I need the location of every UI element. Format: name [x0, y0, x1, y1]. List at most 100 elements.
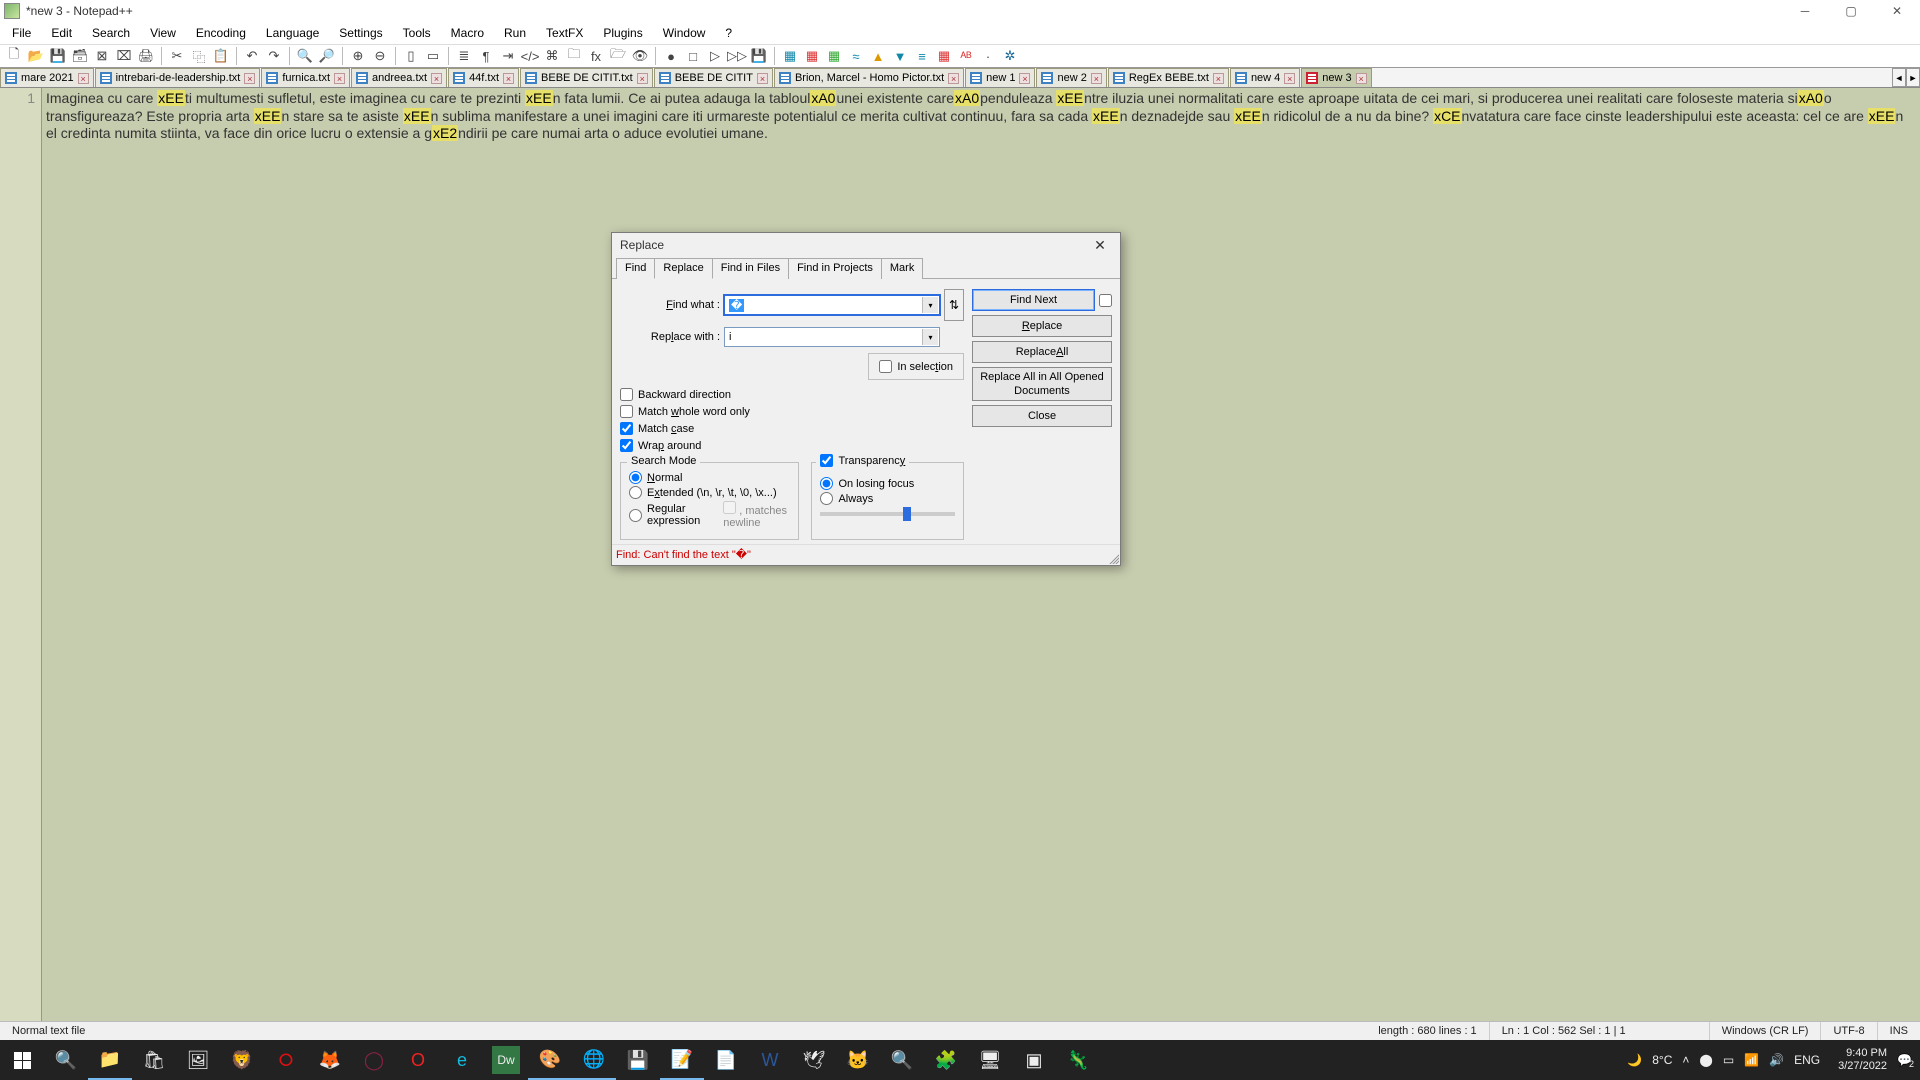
transparency-always-radio[interactable]: Always: [820, 492, 955, 505]
record-icon[interactable]: ●: [661, 46, 681, 66]
folder-as-workspace-icon[interactable]: </>: [520, 46, 540, 66]
close-all-icon[interactable]: ⌧: [114, 46, 134, 66]
dialog-tab-mark[interactable]: Mark: [881, 258, 923, 279]
app-icon-3[interactable]: ◯: [352, 1040, 396, 1080]
minimize-button[interactable]: ─: [1782, 0, 1828, 22]
file-tab[interactable]: RegEx BEBE.txt×: [1108, 68, 1229, 87]
doc-map-icon[interactable]: ⌘: [542, 46, 562, 66]
tb-extra-6-icon[interactable]: ▼: [890, 46, 910, 66]
menu-encoding[interactable]: Encoding: [188, 24, 254, 42]
menu-language[interactable]: Language: [258, 24, 327, 42]
menu-textfx[interactable]: TextFX: [538, 24, 591, 42]
dialog-tab-replace[interactable]: Replace: [654, 258, 712, 279]
find-what-input[interactable]: � ▾: [724, 295, 940, 315]
tab-close-icon[interactable]: ×: [503, 73, 514, 84]
tab-scroll-left[interactable]: ◄: [1892, 68, 1906, 87]
function-list-icon[interactable]: fx: [586, 46, 606, 66]
tab-close-icon[interactable]: ×: [1019, 73, 1030, 84]
app-icon-10[interactable]: 🖥: [968, 1040, 1012, 1080]
close-dialog-button[interactable]: Close: [972, 405, 1112, 427]
find-next-toggle[interactable]: [1099, 294, 1112, 307]
notepadpp-icon[interactable]: 📝: [660, 1040, 704, 1080]
chevron-down-icon[interactable]: ▾: [922, 297, 938, 313]
zoom-out-icon[interactable]: ⊖: [370, 46, 390, 66]
file-tab[interactable]: andreea.txt×: [351, 68, 447, 87]
file-tab[interactable]: Brion, Marcel - Homo Pictor.txt×: [774, 68, 964, 87]
file-tab[interactable]: mare 2021×: [0, 68, 94, 87]
mode-extended-radio[interactable]: Extended (\n, \r, \t, \0, \x...): [629, 486, 790, 499]
dialog-tab-find-in-projects[interactable]: Find in Projects: [788, 258, 882, 279]
weather-temp[interactable]: 8°C: [1652, 1053, 1672, 1067]
tab-close-icon[interactable]: ×: [431, 73, 442, 84]
save-macro-icon[interactable]: 💾: [749, 46, 769, 66]
folder-icon[interactable]: 🗁: [608, 46, 628, 66]
wifi-icon[interactable]: 📶: [1744, 1053, 1759, 1067]
close-button[interactable]: ✕: [1874, 0, 1920, 22]
backward-checkbox[interactable]: Backward direction: [620, 388, 964, 401]
language-indicator[interactable]: ENG: [1794, 1053, 1820, 1067]
menu-search[interactable]: Search: [84, 24, 138, 42]
file-tab[interactable]: BEBE DE CITIT×: [654, 68, 773, 87]
brave-icon[interactable]: 🦁: [220, 1040, 264, 1080]
tb-extra-8-icon[interactable]: ▦: [934, 46, 954, 66]
sync-v-icon[interactable]: ▯: [401, 46, 421, 66]
mode-normal-radio[interactable]: Normal: [629, 471, 790, 484]
in-selection-checkbox[interactable]: In selection: [879, 360, 953, 373]
clock[interactable]: 9:40 PM 3/27/2022: [1830, 1047, 1887, 1073]
transparency-on-focus-radio[interactable]: On losing focus: [820, 477, 955, 490]
tab-close-icon[interactable]: ×: [244, 73, 255, 84]
app-icon-4[interactable]: 💾: [616, 1040, 660, 1080]
file-tab[interactable]: new 2×: [1036, 68, 1106, 87]
start-button[interactable]: [0, 1040, 44, 1080]
whole-word-checkbox[interactable]: Match whole word only: [620, 405, 964, 418]
tb-extra-2-icon[interactable]: ▦: [802, 46, 822, 66]
menu-macro[interactable]: Macro: [443, 24, 492, 42]
find-icon[interactable]: 🔍: [295, 46, 315, 66]
file-tab[interactable]: 44f.txt×: [448, 68, 519, 87]
explorer-icon[interactable]: 📁: [88, 1040, 132, 1080]
dialog-tab-find-in-files[interactable]: Find in Files: [712, 258, 789, 279]
menu-window[interactable]: Window: [655, 24, 714, 42]
battery-icon[interactable]: ▭: [1723, 1053, 1734, 1067]
zoom-in-icon[interactable]: ⊕: [348, 46, 368, 66]
terminal-icon[interactable]: ▣: [1012, 1040, 1056, 1080]
match-case-checkbox[interactable]: Match case: [620, 422, 964, 435]
tab-close-icon[interactable]: ×: [1284, 73, 1295, 84]
print-icon[interactable]: 🖨: [136, 46, 156, 66]
spellcheck-icon[interactable]: ᴬᴮ: [956, 46, 976, 66]
wrap-around-checkbox[interactable]: Wrap around: [620, 439, 964, 452]
tb-extra-9-icon[interactable]: ·: [978, 46, 998, 66]
transparency-checkbox[interactable]: Transparency: [816, 454, 909, 467]
menu-run[interactable]: Run: [496, 24, 534, 42]
tab-close-icon[interactable]: ×: [78, 73, 89, 84]
dialog-close-icon[interactable]: ✕: [1088, 233, 1112, 257]
new-icon[interactable]: 🗋: [4, 46, 24, 66]
tray-chevron-icon[interactable]: ˄: [1682, 1053, 1689, 1067]
wordwrap-icon[interactable]: ≣: [454, 46, 474, 66]
store-icon[interactable]: 🛍: [132, 1040, 176, 1080]
menu-plugins[interactable]: Plugins: [595, 24, 650, 42]
undo-icon[interactable]: ↶: [242, 46, 262, 66]
search-icon[interactable]: 🔍: [44, 1040, 88, 1080]
maximize-button[interactable]: ▢: [1828, 0, 1874, 22]
transparency-slider[interactable]: [820, 512, 955, 516]
cut-icon[interactable]: ✂: [167, 46, 187, 66]
tb-extra-10-icon[interactable]: ✲: [1000, 46, 1020, 66]
file-tab[interactable]: intrebari-de-leadership.txt×: [95, 68, 261, 87]
file-tab[interactable]: BEBE DE CITIT.txt×: [520, 68, 653, 87]
stop-icon[interactable]: □: [683, 46, 703, 66]
firefox-icon[interactable]: 🦊: [308, 1040, 352, 1080]
menu-edit[interactable]: Edit: [43, 24, 80, 42]
file-tab[interactable]: new 1×: [965, 68, 1035, 87]
notifications-icon[interactable]: 💬2: [1897, 1053, 1912, 1067]
tab-close-icon[interactable]: ×: [757, 73, 768, 84]
doc-list-icon[interactable]: 🗀: [564, 46, 584, 66]
app-icon-7[interactable]: 🐱: [836, 1040, 880, 1080]
tb-extra-4-icon[interactable]: ≈: [846, 46, 866, 66]
file-tab[interactable]: new 3×: [1301, 68, 1371, 87]
sync-h-icon[interactable]: ▭: [423, 46, 443, 66]
tab-close-icon[interactable]: ×: [948, 73, 959, 84]
app-icon-11[interactable]: 🦎: [1056, 1040, 1100, 1080]
tab-close-icon[interactable]: ×: [1356, 73, 1367, 84]
replace-with-input[interactable]: i ▾: [724, 327, 940, 347]
